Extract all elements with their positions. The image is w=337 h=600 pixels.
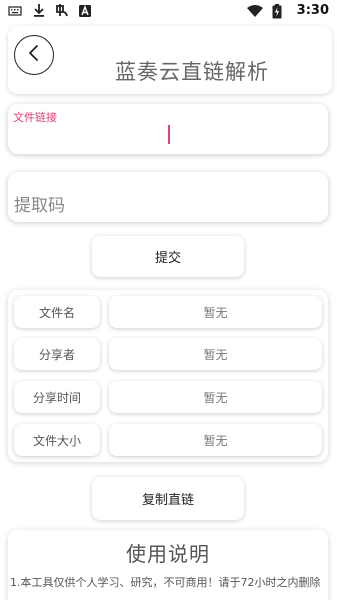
back-button[interactable] bbox=[14, 35, 54, 75]
chevron-left-icon bbox=[27, 44, 41, 66]
info-key: 文件大小 bbox=[14, 424, 100, 456]
info-key: 分享者 bbox=[14, 338, 100, 370]
extract-code-placeholder: 提取码 bbox=[14, 196, 65, 216]
wifi-icon bbox=[246, 3, 264, 22]
header-card: 蓝奏云直链解析 bbox=[8, 26, 332, 94]
text-cursor bbox=[168, 125, 170, 144]
file-link-label: 文件链接 bbox=[13, 111, 57, 124]
info-key: 分享时间 bbox=[14, 381, 100, 413]
submit-button[interactable]: 提交 bbox=[92, 236, 244, 277]
page-title: 蓝奏云直链解析 bbox=[115, 60, 269, 84]
info-row-file-size: 文件大小 暂无 bbox=[8, 424, 328, 456]
info-row-sharer: 分享者 暂无 bbox=[8, 338, 328, 370]
info-value: 暂无 bbox=[109, 296, 322, 328]
keyboard-icon bbox=[8, 3, 22, 22]
app-icon bbox=[54, 3, 70, 23]
usage-title: 使用说明 bbox=[126, 542, 210, 566]
file-info-panel: 文件名 暂无 分享者 暂无 分享时间 暂无 文件大小 暂无 bbox=[8, 290, 328, 462]
file-link-field[interactable]: 文件链接 bbox=[8, 104, 328, 154]
info-value: 暂无 bbox=[109, 338, 322, 370]
info-value: 暂无 bbox=[109, 424, 322, 456]
download-icon bbox=[32, 3, 46, 23]
extract-code-field[interactable]: 提取码 bbox=[8, 172, 328, 222]
status-time: 3:30 bbox=[296, 3, 329, 18]
info-row-filename: 文件名 暂无 bbox=[8, 296, 328, 328]
usage-text: 1.本工具仅供个人学习、研究，不可商用！请于72小时之内删除 bbox=[10, 576, 321, 589]
info-row-share-time: 分享时间 暂无 bbox=[8, 381, 328, 413]
battery-charging-icon bbox=[272, 4, 282, 23]
copy-link-button[interactable]: 复制直链 bbox=[92, 477, 244, 520]
a-box-icon bbox=[78, 3, 92, 22]
status-bar: 3:30 bbox=[0, 0, 337, 24]
usage-section: 使用说明 1.本工具仅供个人学习、研究，不可商用！请于72小时之内删除 bbox=[8, 530, 328, 600]
info-value: 暂无 bbox=[109, 381, 322, 413]
info-key: 文件名 bbox=[14, 296, 100, 328]
